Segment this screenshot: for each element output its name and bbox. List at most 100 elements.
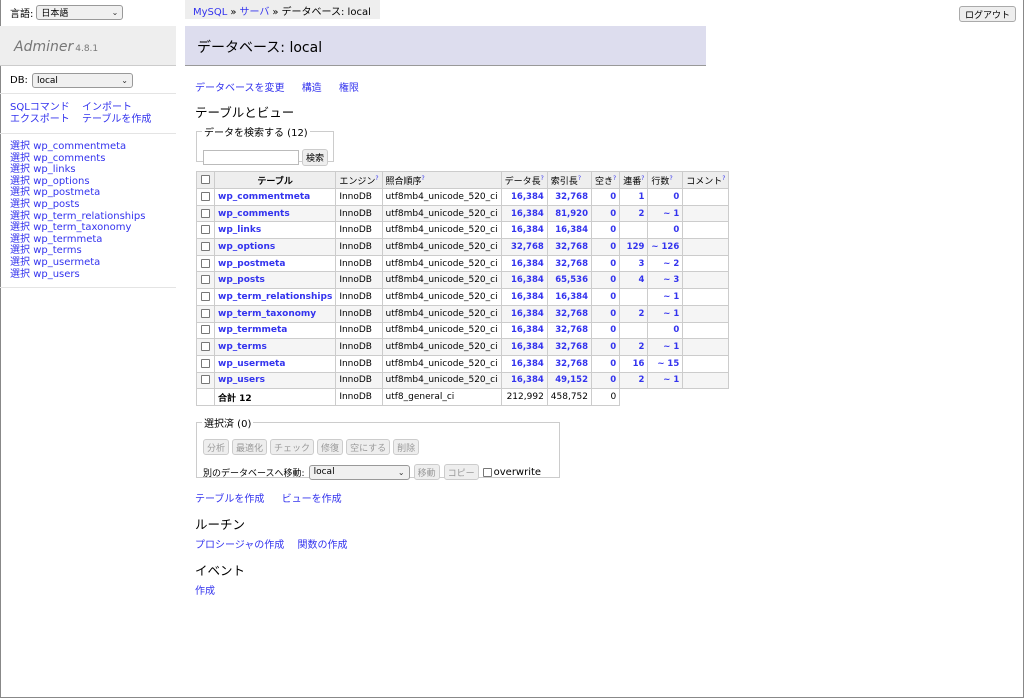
- search-input[interactable]: [203, 150, 299, 165]
- language-select[interactable]: 日本語 ⌄: [36, 5, 124, 20]
- data-length-link[interactable]: 16,384: [511, 325, 544, 335]
- data-length-link[interactable]: 16,384: [511, 375, 544, 385]
- header-engine[interactable]: エンジン?: [335, 171, 383, 189]
- drop-button[interactable]: 削除: [393, 439, 420, 455]
- overwrite-checkbox[interactable]: [482, 467, 492, 477]
- row-checkbox[interactable]: [201, 225, 210, 235]
- auto-increment-link[interactable]: 2: [639, 375, 645, 385]
- free-link[interactable]: 0: [610, 375, 616, 385]
- rows-link[interactable]: 0: [673, 225, 679, 235]
- data-length-link[interactable]: 16,384: [511, 275, 544, 285]
- search-button[interactable]: 検索: [302, 149, 329, 166]
- index-length-link[interactable]: 65,536: [555, 275, 588, 285]
- select-link[interactable]: 選択: [10, 153, 30, 164]
- table-name-link[interactable]: wp_posts: [218, 275, 265, 285]
- index-length-link[interactable]: 32,768: [555, 325, 588, 335]
- row-checkbox[interactable]: [201, 208, 210, 218]
- privileges-link[interactable]: 権限: [339, 83, 359, 94]
- index-length-link[interactable]: 32,768: [555, 259, 588, 269]
- truncate-button[interactable]: 空にする: [346, 439, 391, 455]
- table-structure-link[interactable]: wp_term_taxonomy: [33, 222, 131, 233]
- target-db-select[interactable]: local ⌄: [308, 464, 410, 480]
- index-length-link[interactable]: 49,152: [555, 375, 588, 385]
- free-link[interactable]: 0: [610, 292, 616, 302]
- table-name-link[interactable]: wp_users: [218, 375, 265, 385]
- data-length-link[interactable]: 16,384: [511, 309, 544, 319]
- rows-link[interactable]: ~ 126: [651, 242, 679, 252]
- select-link[interactable]: 選択: [10, 164, 30, 175]
- table-structure-link[interactable]: wp_comments: [33, 153, 105, 164]
- row-checkbox[interactable]: [201, 342, 210, 352]
- analyze-button[interactable]: 分析: [203, 439, 230, 455]
- auto-increment-link[interactable]: 1: [639, 192, 645, 202]
- index-length-link[interactable]: 16,384: [555, 292, 588, 302]
- auto-increment-link[interactable]: 3: [639, 259, 645, 269]
- repair-button[interactable]: 修復: [317, 439, 344, 455]
- row-checkbox[interactable]: [201, 258, 210, 268]
- data-length-link[interactable]: 16,384: [511, 342, 544, 352]
- data-length-link[interactable]: 16,384: [511, 192, 544, 202]
- table-name-link[interactable]: wp_usermeta: [218, 359, 285, 369]
- table-name-link[interactable]: wp_postmeta: [218, 259, 285, 269]
- rows-link[interactable]: ~ 1: [663, 292, 679, 302]
- table-structure-link[interactable]: wp_terms: [33, 245, 82, 256]
- data-length-link[interactable]: 16,384: [511, 225, 544, 235]
- table-structure-link[interactable]: wp_posts: [33, 199, 79, 210]
- free-link[interactable]: 0: [610, 209, 616, 219]
- table-structure-link[interactable]: wp_users: [33, 269, 80, 280]
- help-icon[interactable]: ?: [641, 175, 644, 182]
- table-structure-link[interactable]: wp_usermeta: [33, 257, 100, 268]
- free-link[interactable]: 0: [610, 325, 616, 335]
- copy-button[interactable]: コピー: [443, 464, 479, 480]
- rows-link[interactable]: 0: [673, 192, 679, 202]
- auto-increment-link[interactable]: 16: [633, 359, 645, 369]
- index-length-link[interactable]: 32,768: [555, 309, 588, 319]
- table-structure-link[interactable]: wp_postmeta: [33, 187, 100, 198]
- rows-link[interactable]: ~ 3: [663, 275, 679, 285]
- table-structure-link[interactable]: wp_options: [33, 176, 89, 187]
- table-name-link[interactable]: wp_termmeta: [218, 325, 287, 335]
- table-name-link[interactable]: wp_term_taxonomy: [218, 309, 316, 319]
- index-length-link[interactable]: 32,768: [555, 359, 588, 369]
- free-link[interactable]: 0: [610, 242, 616, 252]
- table-structure-link[interactable]: wp_term_relationships: [33, 211, 145, 222]
- header-rows[interactable]: 行数?: [647, 171, 684, 189]
- import-link[interactable]: インポート: [82, 102, 151, 114]
- header-collation[interactable]: 照合順序?: [381, 171, 502, 189]
- table-name-link[interactable]: wp_term_relationships: [218, 292, 332, 302]
- header-table[interactable]: テーブル: [213, 171, 337, 189]
- header-free[interactable]: 空き?: [591, 171, 621, 189]
- rows-link[interactable]: ~ 2: [663, 259, 679, 269]
- rows-link[interactable]: ~ 15: [657, 359, 679, 369]
- move-button[interactable]: 移動: [413, 464, 440, 480]
- select-all-checkbox[interactable]: [201, 175, 210, 184]
- check-button[interactable]: チェック: [270, 439, 315, 455]
- header-auto-increment[interactable]: 連番?: [619, 171, 649, 189]
- table-name-link[interactable]: wp_links: [218, 225, 261, 235]
- row-checkbox[interactable]: [201, 325, 210, 335]
- create-table-link[interactable]: テーブルを作成: [195, 494, 264, 505]
- help-icon[interactable]: ?: [422, 175, 425, 182]
- create-view-link[interactable]: ビューを作成: [282, 494, 342, 505]
- data-length-link[interactable]: 32,768: [511, 242, 544, 252]
- table-name-link[interactable]: wp_comments: [218, 209, 290, 219]
- breadcrumb-server[interactable]: サーバ: [239, 7, 269, 18]
- create-table-link[interactable]: テーブルを作成: [82, 114, 151, 126]
- free-link[interactable]: 0: [610, 192, 616, 202]
- table-structure-link[interactable]: wp_termmeta: [33, 234, 102, 245]
- row-checkbox[interactable]: [201, 375, 210, 385]
- logout-button[interactable]: ログアウト: [959, 6, 1017, 22]
- data-length-link[interactable]: 16,384: [511, 209, 544, 219]
- select-link[interactable]: 選択: [10, 199, 30, 210]
- row-checkbox[interactable]: [201, 358, 210, 368]
- help-icon[interactable]: ?: [722, 175, 725, 182]
- rows-link[interactable]: ~ 1: [663, 342, 679, 352]
- create-procedure-link[interactable]: プロシージャの作成: [195, 540, 284, 551]
- export-link[interactable]: エクスポート: [10, 114, 82, 126]
- rows-link[interactable]: 0: [673, 325, 679, 335]
- breadcrumb-mysql[interactable]: MySQL: [193, 7, 227, 18]
- logo[interactable]: Adminer 4.8.1: [14, 39, 98, 55]
- index-length-link[interactable]: 16,384: [555, 225, 588, 235]
- free-link[interactable]: 0: [610, 259, 616, 269]
- alter-database-link[interactable]: データベースを変更: [195, 83, 285, 94]
